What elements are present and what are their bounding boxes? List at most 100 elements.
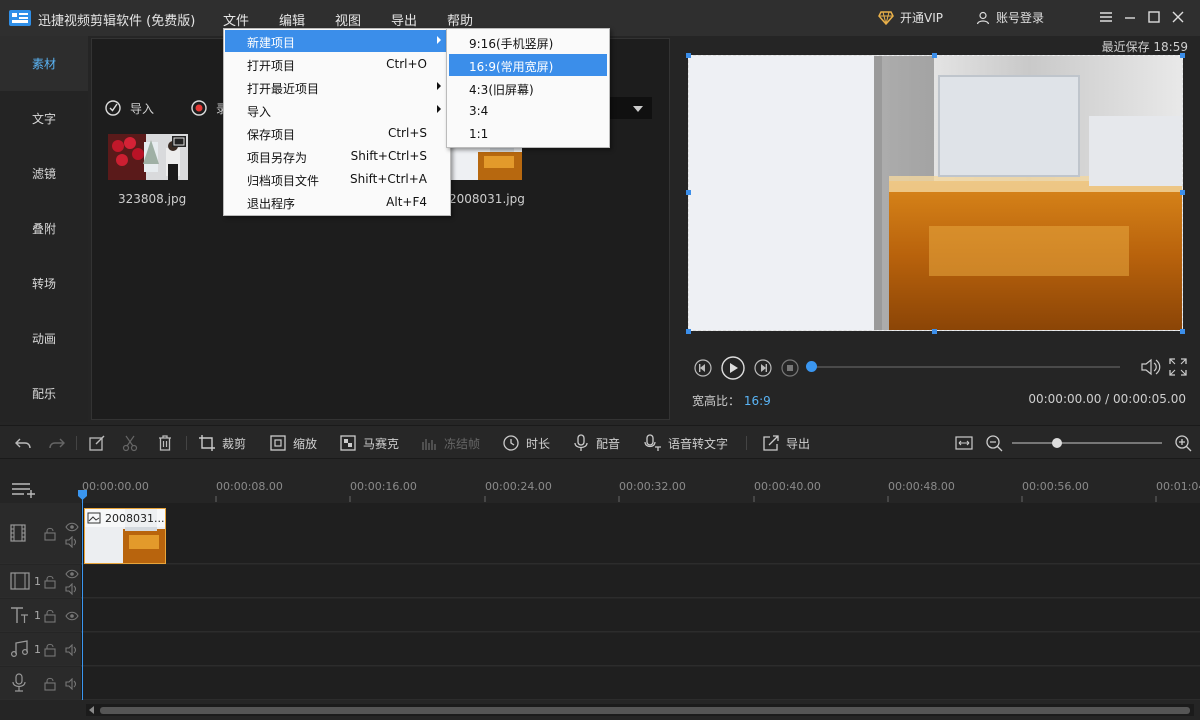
menu-export[interactable]: 导出 [391, 10, 417, 29]
menu-item-open-project[interactable]: 打开项目 Ctrl+O [225, 53, 449, 75]
resize-handle[interactable] [686, 53, 691, 58]
maximize-icon[interactable] [1146, 9, 1162, 25]
menu-item-archive[interactable]: 归档项目文件 Shift+Ctrl+A [225, 168, 449, 190]
zoom-out-icon[interactable] [985, 434, 1003, 452]
resize-handle[interactable] [932, 329, 937, 334]
sidebar-item-overlay[interactable]: 叠附 [0, 201, 88, 256]
speaker-icon[interactable] [65, 583, 79, 595]
preview-canvas[interactable] [688, 55, 1183, 331]
zoom-in-icon[interactable] [1174, 434, 1192, 452]
menu-edit[interactable]: 编辑 [279, 10, 305, 29]
speaker-icon[interactable] [65, 536, 79, 548]
menu-help[interactable]: 帮助 [447, 10, 473, 29]
eye-icon[interactable] [65, 569, 79, 579]
zoom-slider-handle[interactable] [1052, 438, 1062, 448]
split-icon[interactable] [121, 434, 139, 452]
progress-handle[interactable] [806, 361, 817, 372]
sidebar-item-animation[interactable]: 动画 [0, 311, 88, 366]
timeline-ruler[interactable]: 00:00:00.00 00:00:08.00 00:00:16.00 00:0… [82, 472, 1200, 502]
mosaic-button[interactable]: 马赛克 [339, 434, 399, 452]
login-button[interactable]: 账号登录 [976, 9, 1044, 26]
fullscreen-icon[interactable] [1168, 357, 1188, 377]
redo-icon[interactable] [48, 434, 66, 452]
next-frame-icon[interactable] [754, 359, 772, 377]
menu-item-import[interactable]: 导入 [225, 99, 449, 121]
menu-item-save-project[interactable]: 保存项目 Ctrl+S [225, 122, 449, 144]
menu-item-save-as[interactable]: 项目另存为 Shift+Ctrl+S [225, 145, 449, 167]
sidebar-item-transitions[interactable]: 转场 [0, 256, 88, 311]
dub-button[interactable]: 配音 [572, 434, 620, 452]
delete-icon[interactable] [156, 434, 174, 452]
menu-item-new-project[interactable]: 新建项目 [225, 30, 449, 52]
sidebar-item-music[interactable]: 配乐 [0, 366, 88, 421]
playback-progress-bar[interactable] [810, 366, 1120, 368]
scroll-left-icon[interactable] [88, 706, 96, 714]
lock-icon[interactable] [44, 575, 56, 589]
zoom-label: 缩放 [293, 436, 318, 451]
timeline-playhead[interactable] [82, 490, 83, 700]
menu-item-shortcut: Alt+F4 [386, 195, 427, 209]
undo-icon[interactable] [14, 434, 32, 452]
speech-to-text-button[interactable]: 语音转文字 [644, 434, 728, 452]
playhead-marker[interactable] [78, 490, 87, 500]
close-icon[interactable] [1170, 9, 1186, 25]
minimize-icon[interactable] [1122, 9, 1138, 25]
sidebar-item-filters[interactable]: 滤镜 [0, 146, 88, 201]
resize-handle[interactable] [932, 53, 937, 58]
video-track-main: 2008031... [0, 503, 1200, 564]
timeline-clip[interactable]: 2008031... [84, 508, 166, 564]
record-icon[interactable] [190, 99, 208, 117]
submenu-item-label: 4:3(旧屏幕) [469, 83, 534, 97]
toolbar-divider [186, 436, 187, 450]
duration-button[interactable]: 时长 [502, 434, 550, 452]
import-label[interactable]: 导入 [130, 100, 154, 117]
resize-handle[interactable] [686, 329, 691, 334]
sidebar-item-text[interactable]: 文字 [0, 91, 88, 146]
menu-file[interactable]: 文件 [223, 10, 249, 29]
submenu-item-label: 1:1 [469, 127, 489, 141]
fit-timeline-icon[interactable] [955, 434, 973, 452]
ruler-tick-label: 00:00:16.00 [350, 480, 417, 493]
sidebar-item-media[interactable]: 素材 [0, 36, 88, 91]
speaker-icon[interactable] [65, 644, 79, 656]
eye-icon[interactable] [65, 611, 79, 621]
stop-icon[interactable] [781, 359, 799, 377]
add-track-icon[interactable] [10, 481, 36, 499]
volume-icon[interactable] [1140, 357, 1162, 377]
media-thumb-323808[interactable] [108, 134, 188, 180]
submenu-item-16-9[interactable]: 16:9(常用宽屏) [449, 54, 607, 76]
chevron-down-icon[interactable] [632, 105, 644, 113]
lock-icon[interactable] [44, 609, 56, 623]
freeze-frame-button[interactable]: 冻结帧 [420, 434, 480, 452]
resize-handle[interactable] [1180, 190, 1185, 195]
submenu-item-9-16[interactable]: 9:16(手机竖屏) [449, 31, 607, 53]
submenu-item-1-1[interactable]: 1:1 [449, 123, 607, 145]
edit-icon[interactable] [88, 434, 106, 452]
export-button[interactable]: 导出 [762, 434, 810, 452]
timeline-scrollbar[interactable] [86, 704, 1194, 716]
lock-icon[interactable] [44, 527, 56, 541]
eye-icon[interactable] [65, 522, 79, 532]
crop-button[interactable]: 裁剪 [198, 434, 246, 452]
zoom-button[interactable]: 缩放 [269, 434, 317, 452]
lock-icon[interactable] [44, 643, 56, 657]
hamburger-menu-icon[interactable] [1098, 9, 1114, 25]
speaker-icon[interactable] [65, 678, 79, 690]
previous-frame-icon[interactable] [694, 359, 712, 377]
lock-icon[interactable] [44, 677, 56, 691]
menu-item-open-recent[interactable]: 打开最近项目 [225, 76, 449, 98]
menu-view[interactable]: 视图 [335, 10, 361, 29]
resize-handle[interactable] [1180, 329, 1185, 334]
resize-handle[interactable] [1180, 53, 1185, 58]
vip-button[interactable]: 开通VIP [878, 9, 943, 26]
submenu-item-3-4[interactable]: 3:4 [449, 100, 607, 122]
menu-item-exit[interactable]: 退出程序 Alt+F4 [225, 191, 449, 213]
scrollbar-thumb[interactable] [100, 707, 1190, 714]
play-icon[interactable] [721, 356, 745, 380]
submenu-item-4-3[interactable]: 4:3(旧屏幕) [449, 77, 607, 99]
aspect-ratio-value[interactable]: 16:9 [744, 394, 771, 408]
timeline-zoom-slider[interactable] [1012, 442, 1162, 444]
import-icon[interactable] [104, 99, 122, 117]
resize-handle[interactable] [686, 190, 691, 195]
microphone-icon [574, 434, 588, 451]
